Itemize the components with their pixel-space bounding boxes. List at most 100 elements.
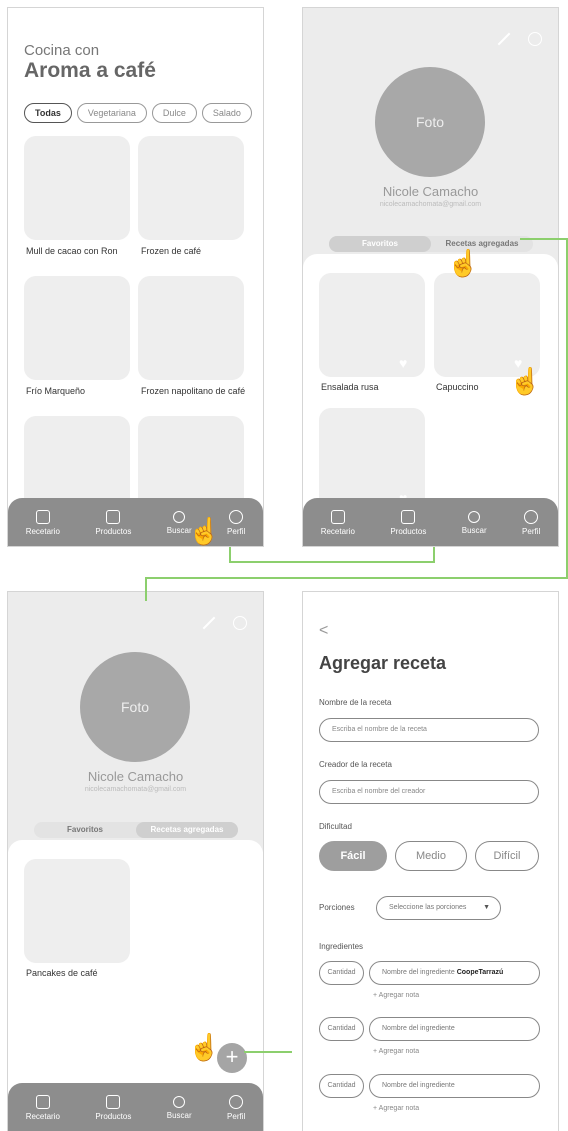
profile-email: nicolecamachomata@gmail.com (84, 786, 187, 793)
nav-perfil[interactable]: Perfil (227, 510, 245, 536)
recipe-card[interactable] (24, 859, 130, 963)
difficulty-label: Dificultad (319, 822, 352, 831)
ingredient-field[interactable]: Nombre del ingrediente (369, 1074, 540, 1098)
recipe-name-label: Nombre de la receta (319, 698, 392, 707)
nav-label: Recetario (25, 527, 60, 536)
nav-productos[interactable]: Productos (95, 1095, 131, 1121)
avatar[interactable]: Foto (375, 67, 485, 177)
tab-favorites[interactable]: Favoritos (34, 822, 136, 838)
tap-gesture-icon: ☝ (509, 366, 542, 396)
nav-label: Perfil (227, 1112, 246, 1121)
recipe-name-input[interactable]: Escriba el nombre de la receta (319, 718, 539, 742)
nav-buscar[interactable]: Buscar (462, 511, 487, 535)
search-icon (173, 511, 186, 523)
page-title: Agregar receta (319, 653, 447, 673)
nav-recetario[interactable]: Recetario (26, 510, 60, 536)
portions-label: Porciones (319, 903, 355, 912)
gear-icon[interactable] (233, 616, 247, 630)
add-note-link[interactable]: + Agregar nota (373, 1105, 419, 1112)
nav-buscar[interactable]: Buscar (167, 1096, 192, 1120)
quantity-field[interactable]: Cantidad (319, 961, 364, 985)
add-recipe-button[interactable]: + (217, 1043, 247, 1073)
recipe-card-label: Mull de cacao con Ron (26, 246, 118, 256)
bag-icon (106, 510, 121, 524)
creator-label: Creador de la receta (319, 760, 392, 769)
recipe-card[interactable] (138, 276, 244, 380)
heart-icon[interactable]: ♥ (399, 356, 413, 370)
nav-label: Productos (95, 1112, 132, 1121)
difficulty-easy[interactable]: Fácil (319, 841, 387, 871)
screen-home: Cocina con Aroma a café Todas Vegetarian… (7, 7, 264, 547)
user-icon (524, 510, 539, 524)
gear-icon[interactable] (528, 32, 542, 46)
back-button[interactable]: < (319, 622, 328, 640)
portions-select[interactable]: Seleccione las porciones ▼ (376, 896, 501, 920)
difficulty-medium[interactable]: Medio (395, 841, 467, 871)
quantity-field[interactable]: Cantidad (319, 1017, 364, 1041)
nav-label: Perfil (522, 527, 541, 536)
flow-connector (433, 547, 435, 563)
tab-added[interactable]: Recetas agregadas (136, 822, 238, 838)
flow-connector (145, 577, 147, 601)
tab-favorites[interactable]: Favoritos (329, 236, 431, 252)
recipe-card[interactable]: ♥ (319, 273, 425, 377)
recipe-card[interactable]: ♥ (434, 273, 540, 377)
recipe-card-label: Ensalada rusa (321, 382, 379, 392)
book-icon (35, 1095, 50, 1109)
screen-add-recipe: < Agregar receta Nombre de la receta Esc… (302, 591, 559, 1131)
search-icon (173, 1096, 186, 1108)
bag-icon (401, 510, 416, 524)
screen-profile-favorites: Foto Nicole Camacho nicolecamachomata@gm… (302, 7, 559, 547)
quantity-field[interactable]: Cantidad (319, 1074, 364, 1098)
difficulty-hard[interactable]: Difícil (475, 841, 539, 871)
nav-label: Buscar (461, 526, 487, 535)
filter-salado[interactable]: Salado (201, 103, 252, 123)
user-icon (229, 510, 244, 524)
ingredient-placeholder: Nombre del ingrediente (382, 969, 455, 976)
tap-gesture-icon: ☝ (188, 1032, 221, 1062)
profile-tabs: Favoritos Recetas agregadas (329, 236, 533, 252)
recipe-card[interactable] (24, 136, 130, 240)
ingredient-field[interactable]: Nombre del ingrediente (369, 1017, 540, 1041)
recipe-card[interactable]: ♥ (319, 408, 425, 512)
filter-dulce[interactable]: Dulce (151, 103, 197, 123)
nav-label: Perfil (227, 527, 246, 536)
chevron-down-icon: ▼ (483, 904, 490, 911)
nav-label: Productos (390, 527, 427, 536)
profile-name: Nicole Camacho (87, 769, 184, 784)
bottom-nav: Recetario Productos Buscar Perfil (8, 498, 263, 546)
recipe-card[interactable] (138, 136, 244, 240)
profile-name: Nicole Camacho (382, 184, 479, 199)
nav-perfil[interactable]: Perfil (227, 1095, 245, 1121)
profile-tabs: Favoritos Recetas agregadas (34, 822, 238, 838)
recipe-card-label: Frío Marqueño (26, 386, 86, 396)
nav-productos[interactable]: Productos (95, 510, 131, 536)
filter-vegetariana[interactable]: Vegetariana (76, 103, 147, 123)
add-note-link[interactable]: + Agregar nota (373, 1048, 419, 1055)
avatar[interactable]: Foto (80, 652, 190, 762)
recipe-card-label: Pancakes de café (26, 968, 98, 978)
flow-connector (229, 561, 435, 563)
creator-input[interactable]: Escriba el nombre del creador (319, 780, 539, 804)
nav-recetario[interactable]: Recetario (26, 1095, 60, 1121)
bag-icon (106, 1095, 121, 1109)
ingredient-field[interactable]: Nombre del ingrediente CoopeTarrazú (369, 961, 540, 985)
nav-recetario[interactable]: Recetario (321, 510, 355, 536)
profile-email: nicolecamachomata@gmail.com (379, 201, 482, 208)
recipe-card[interactable] (24, 276, 130, 380)
portions-select-value: Seleccione las porciones (389, 904, 467, 911)
ingredient-brand: CoopeTarrazú (456, 969, 504, 976)
search-icon (468, 511, 481, 523)
recipe-card-label: Frozen de café (141, 246, 202, 256)
nav-perfil[interactable]: Perfil (522, 510, 540, 536)
filter-todas[interactable]: Todas (24, 103, 72, 123)
nav-label: Buscar (166, 1111, 192, 1120)
home-title: Aroma a café (24, 59, 156, 82)
home-subtitle: Cocina con (24, 42, 100, 59)
nav-label: Productos (95, 527, 132, 536)
flow-connector (145, 577, 568, 579)
nav-productos[interactable]: Productos (390, 510, 426, 536)
add-note-link[interactable]: + Agregar nota (373, 992, 419, 999)
flow-connector (244, 1051, 292, 1053)
filter-chips: Todas Vegetariana Dulce Salado (24, 103, 252, 123)
